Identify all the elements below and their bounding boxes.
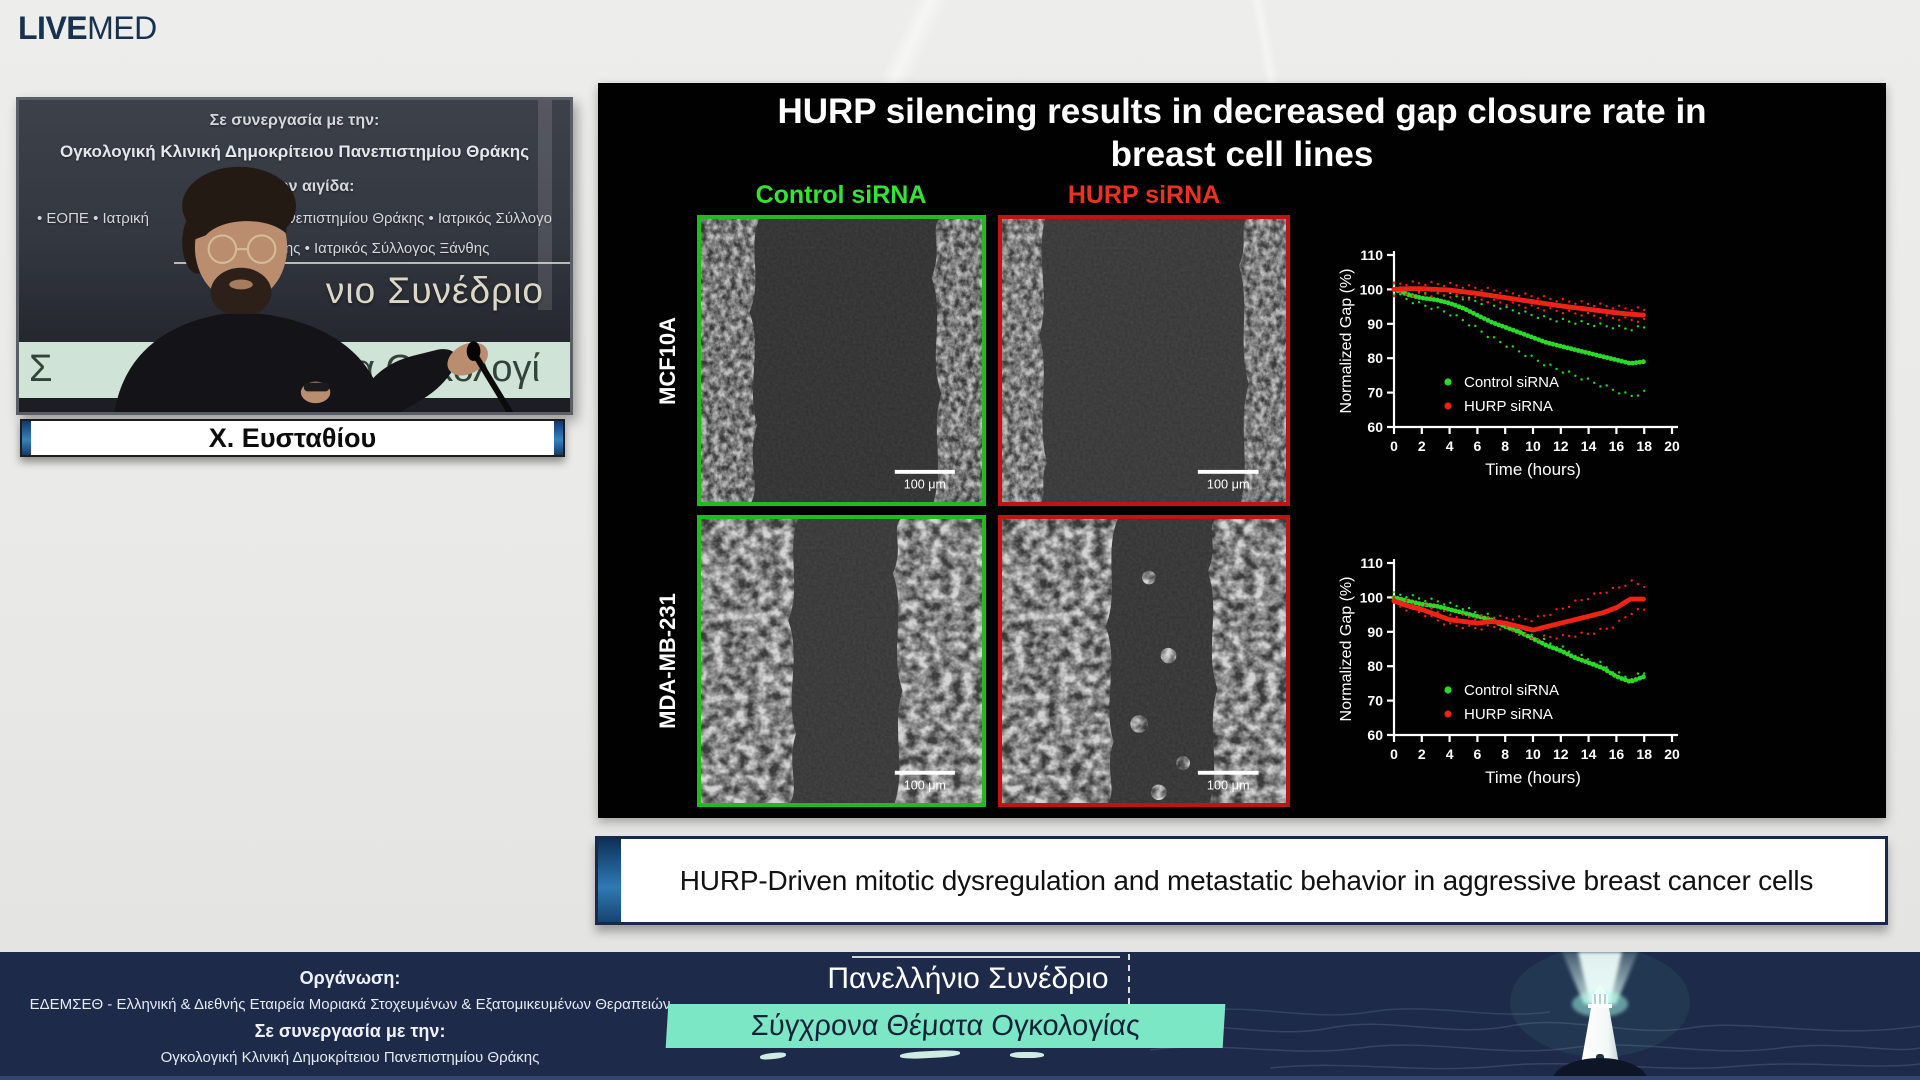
presentation-slide: HURP silencing results in decreased gap … <box>598 83 1886 818</box>
lecture-title-banner: HURP-Driven mitotic dysregulation and me… <box>595 836 1888 925</box>
dashed-divider <box>1128 954 1130 1004</box>
column-header-control: Control siRNA <box>691 181 991 210</box>
lecture-title: HURP-Driven mitotic dysregulation and me… <box>670 865 1813 897</box>
series <box>1392 579 1646 683</box>
micrograph-image: 100 μm <box>701 219 982 502</box>
svg-text:100: 100 <box>1360 281 1384 297</box>
broadcast-stage: LIVEMED Σε συνεργασία με την: Ογκολογική… <box>0 0 1920 1080</box>
logo-live: LIVE <box>18 10 87 46</box>
micrograph-image: 100 μm <box>1002 519 1286 803</box>
svg-text:18: 18 <box>1636 438 1652 454</box>
speaker-video: Σε συνεργασία με την: Ογκολογική Κλινική… <box>16 97 573 415</box>
svg-text:0: 0 <box>1390 438 1398 454</box>
paint-speck <box>760 1052 786 1061</box>
micrograph-image: 100 μm <box>701 519 982 803</box>
watermark-streak <box>855 0 965 90</box>
svg-text:70: 70 <box>1367 385 1383 401</box>
gap-closure-chart-mda-mb-231: 0 2 4 6 8 10 12 14 16 18 20 60 70 80 90 100 110 Time (hou… <box>1336 549 1706 799</box>
axes: 0 2 4 6 8 10 12 14 16 18 20 60 70 80 90 100 110 Time (hou… <box>1338 555 1680 787</box>
svg-text:HURP siRNA: HURP siRNA <box>1464 706 1553 723</box>
paint-speck <box>1010 1052 1044 1058</box>
svg-text:14: 14 <box>1581 438 1597 454</box>
micrograph-mcf10a-control: 100 μm <box>697 215 986 506</box>
svg-text:Control siRNA: Control siRNA <box>1464 374 1559 391</box>
column-header-hurp: HURP siRNA <box>994 181 1294 210</box>
svg-text:12: 12 <box>1553 438 1569 454</box>
svg-text:80: 80 <box>1367 350 1383 366</box>
congress-subtitle: Σύγχρονα Θέματα Ογκολογίας <box>750 1010 1141 1043</box>
collaboration-label: Σε συνεργασία με την: <box>0 1021 700 1042</box>
collaboration-name: Ογκολογική Κλινική Δημοκρίτειου Πανεπιστ… <box>0 1049 700 1066</box>
svg-text:12: 12 <box>1553 746 1569 762</box>
svg-text:6: 6 <box>1474 438 1482 454</box>
svg-text:14: 14 <box>1581 746 1597 762</box>
nameplate-edge <box>22 421 31 455</box>
logo-med: MED <box>87 10 157 46</box>
micrograph-mda-hurp: 100 μm <box>998 515 1290 807</box>
svg-text:60: 60 <box>1367 727 1383 743</box>
gap-closure-chart-mcf10a: 0 2 4 6 8 10 12 14 16 18 20 60 70 80 90 100 110 Time (hou… <box>1336 241 1706 491</box>
svg-text:110: 110 <box>1360 555 1383 571</box>
banner-accent-bar <box>598 839 621 922</box>
micrograph-mcf10a-hurp: 100 μm <box>998 215 1290 506</box>
svg-text:10: 10 <box>1525 438 1541 454</box>
svg-text:60: 60 <box>1367 419 1383 435</box>
svg-text:Normalized Gap (%): Normalized Gap (%) <box>1338 269 1355 414</box>
scale-bar-label: 100 μm <box>904 477 946 491</box>
congress-subtitle-band: Σύγχρονα Θέματα Ογκολογίας <box>666 1004 1226 1048</box>
svg-text:8: 8 <box>1501 438 1509 454</box>
svg-text:2: 2 <box>1418 438 1426 454</box>
micrograph-image: 100 μm <box>1002 219 1286 502</box>
congress-title-rule <box>852 956 1120 958</box>
scale-bar-label: 100 μm <box>1207 778 1250 792</box>
row-label-mda-mb-231: MDA-MB-231 <box>655 593 681 729</box>
svg-text:HURP siRNA: HURP siRNA <box>1464 398 1553 415</box>
svg-text:90: 90 <box>1367 316 1383 332</box>
svg-text:4: 4 <box>1446 746 1454 762</box>
row-label-mcf10a: MCF10A <box>655 317 681 405</box>
watermark-streak <box>1230 0 1300 90</box>
livemed-logo: LIVEMED <box>18 10 157 47</box>
svg-text:16: 16 <box>1609 746 1625 762</box>
svg-text:0: 0 <box>1390 746 1398 762</box>
svg-text:Time (hours): Time (hours) <box>1485 460 1581 479</box>
svg-text:16: 16 <box>1609 438 1625 454</box>
speaker-name: Χ. Ευσταθίου <box>209 423 376 454</box>
svg-text:18: 18 <box>1636 746 1652 762</box>
scale-bar-label: 100 μm <box>904 778 946 792</box>
svg-text:Control siRNA: Control siRNA <box>1464 682 1559 699</box>
svg-text:6: 6 <box>1474 746 1482 762</box>
slide-title: HURP silencing results in decreased gap … <box>598 91 1886 176</box>
svg-text:70: 70 <box>1367 693 1383 709</box>
organizer-name: ΕΔΕΜΣΕΘ - Ελληνική & Διεθνής Εταιρεία Μο… <box>0 996 700 1013</box>
footer-bottom-strip <box>0 1076 1920 1080</box>
micrograph-mda-control: 100 μm <box>697 515 986 807</box>
svg-text:80: 80 <box>1367 658 1383 674</box>
speaker-silhouette <box>19 100 570 412</box>
svg-text:20: 20 <box>1664 746 1680 762</box>
svg-text:Time (hours): Time (hours) <box>1485 768 1581 787</box>
organizer-label: Οργάνωση: <box>0 968 700 989</box>
svg-text:Normalized Gap (%): Normalized Gap (%) <box>1338 577 1355 722</box>
congress-title: Πανελλήνιο Συνέδριο <box>808 962 1128 996</box>
svg-text:90: 90 <box>1367 624 1383 640</box>
scale-bar-label: 100 μm <box>1207 477 1250 491</box>
lighthouse-graphic <box>1470 952 1730 1080</box>
slide-title-line1: HURP silencing results in decreased gap … <box>777 92 1706 131</box>
legend: Control siRNA HURP siRNA <box>1444 374 1559 415</box>
nameplate-edge <box>554 421 563 455</box>
legend: Control siRNA HURP siRNA <box>1444 682 1559 723</box>
slide-title-line2: breast cell lines <box>1111 135 1374 174</box>
svg-text:4: 4 <box>1446 438 1454 454</box>
footer-credits: Οργάνωση: ΕΔΕΜΣΕΘ - Ελληνική & Διεθνής Ε… <box>0 960 700 1066</box>
svg-text:110: 110 <box>1360 247 1383 263</box>
speaker-nameplate: Χ. Ευσταθίου <box>20 419 565 457</box>
paint-speck <box>900 1049 960 1059</box>
svg-text:8: 8 <box>1501 746 1509 762</box>
svg-text:100: 100 <box>1360 589 1384 605</box>
footer: Οργάνωση: ΕΔΕΜΣΕΘ - Ελληνική & Διεθνής Ε… <box>0 952 1920 1080</box>
svg-text:10: 10 <box>1525 746 1541 762</box>
svg-text:2: 2 <box>1418 746 1426 762</box>
svg-text:20: 20 <box>1664 438 1680 454</box>
